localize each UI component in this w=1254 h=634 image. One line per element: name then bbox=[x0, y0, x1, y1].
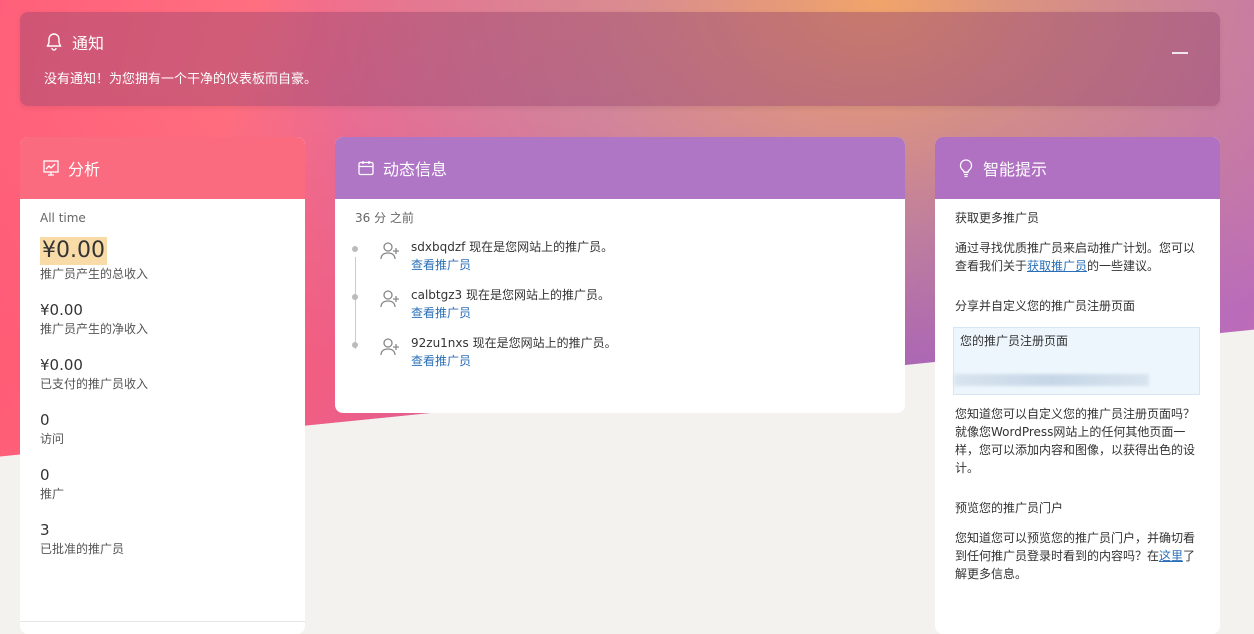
activity-item: 92zu1nxs 现在是您网站上的推广员。 查看推广员 bbox=[352, 334, 885, 382]
analytics-header: 分析 bbox=[20, 137, 305, 199]
stat-total-earnings: ¥0.00 推广员产生的总收入 bbox=[40, 237, 285, 283]
tips-card: 智能提示 获取更多推广员 通过寻找优质推广员来启动推广计划。您可以查看我们关于获… bbox=[935, 137, 1220, 634]
stat-label: 访问 bbox=[40, 432, 65, 446]
stat-referrals: 0 推广 bbox=[40, 465, 285, 503]
stat-label: 已支付的推广员收入 bbox=[40, 377, 149, 391]
stat-value: ¥0.00 bbox=[40, 237, 107, 265]
period-label: All time bbox=[40, 211, 86, 225]
stat-label: 推广 bbox=[40, 487, 65, 501]
tip-heading: 获取更多推广员 bbox=[955, 211, 1040, 225]
stat-label: 推广员产生的净收入 bbox=[40, 322, 149, 336]
activity-card: 动态信息 36 分 之前 sdxbqdzf 现在是您网站上的推广员。 查看推广员… bbox=[335, 137, 905, 413]
tip-text: 您知道您可以预览您的推广员门户，并确切看到任何推广员登录时看到的内容吗？在这里了… bbox=[955, 529, 1200, 583]
activity-item: calbtgz3 现在是您网站上的推广员。 查看推广员 bbox=[352, 286, 885, 334]
analytics-title: 分析 bbox=[68, 160, 101, 179]
stat-value: 3 bbox=[40, 521, 50, 539]
activity-desc: 现在是您网站上的推广员。 bbox=[468, 336, 617, 350]
registration-page-label: 您的推广员注册页面 bbox=[960, 334, 1069, 348]
tips-title: 智能提示 bbox=[983, 160, 1048, 179]
stat-value: ¥0.00 bbox=[40, 356, 83, 374]
tip-heading: 预览您的推广员门户 bbox=[955, 501, 1064, 515]
stat-value: 0 bbox=[40, 411, 50, 429]
notification-message: 没有通知！为您拥有一个干净的仪表板而自豪。 bbox=[44, 72, 318, 87]
activity-user: sdxbqdzf bbox=[411, 240, 466, 254]
card-divider bbox=[20, 621, 305, 622]
tips-header: 智能提示 bbox=[935, 137, 1220, 199]
tip-heading: 分享并自定义您的推广员注册页面 bbox=[955, 299, 1136, 313]
stat-approved-affiliates: 3 已批准的推广员 bbox=[40, 520, 285, 558]
activity-header: 动态信息 bbox=[335, 137, 905, 199]
stat-paid-earnings: ¥0.00 已支付的推广员收入 bbox=[40, 355, 285, 393]
activity-desc: 现在是您网站上的推广员。 bbox=[465, 240, 614, 254]
chart-icon bbox=[42, 159, 60, 177]
tip-text: 您知道您可以自定义您的推广员注册页面吗？就像您WordPress网站上的任何其他… bbox=[955, 407, 1196, 475]
notification-header: 通知 bbox=[44, 30, 104, 54]
activity-user: 92zu1nxs bbox=[411, 336, 469, 350]
activity-text: calbtgz3 现在是您网站上的推广员。 bbox=[411, 286, 610, 304]
tip-text: 通过寻找优质推广员来启动推广计划。您可以查看我们关于获取推广员的一些建议。 bbox=[955, 239, 1200, 275]
activity-user: calbtgz3 bbox=[411, 288, 463, 302]
view-affiliate-link[interactable]: 查看推广员 bbox=[411, 256, 613, 274]
activity-text: sdxbqdzf 现在是您网站上的推广员。 bbox=[411, 238, 613, 256]
lightbulb-icon bbox=[957, 158, 975, 178]
activity-title: 动态信息 bbox=[383, 160, 448, 179]
notification-title: 通知 bbox=[72, 34, 105, 53]
blurred-url bbox=[954, 374, 1149, 386]
add-user-icon bbox=[379, 240, 401, 262]
view-affiliate-link[interactable]: 查看推广员 bbox=[411, 352, 617, 370]
bell-icon bbox=[44, 32, 64, 52]
stat-value: 0 bbox=[40, 466, 50, 484]
registration-page-box[interactable]: 您的推广员注册页面 bbox=[953, 327, 1200, 395]
timeline-dot bbox=[352, 294, 358, 300]
activity-feed: 36 分 之前 sdxbqdzf 现在是您网站上的推广员。 查看推广员 calb… bbox=[335, 199, 905, 392]
activity-text: 92zu1nxs 现在是您网站上的推广员。 bbox=[411, 334, 617, 352]
here-link[interactable]: 这里 bbox=[1159, 549, 1183, 563]
tips-body: 获取更多推广员 通过寻找优质推广员来启动推广计划。您可以查看我们关于获取推广员的… bbox=[935, 199, 1220, 615]
timeline-dot bbox=[352, 246, 358, 252]
timeline-dot bbox=[352, 342, 358, 348]
activity-item: sdxbqdzf 现在是您网站上的推广员。 查看推广员 bbox=[352, 238, 885, 286]
stat-visits: 0 访问 bbox=[40, 410, 285, 448]
add-user-icon bbox=[379, 288, 401, 310]
stat-label: 已批准的推广员 bbox=[40, 542, 125, 556]
view-affiliate-link[interactable]: 查看推广员 bbox=[411, 304, 610, 322]
add-user-icon bbox=[379, 336, 401, 358]
stat-label: 推广员产生的总收入 bbox=[40, 267, 149, 281]
activity-time: 36 分 之前 bbox=[355, 211, 414, 225]
stat-value: ¥0.00 bbox=[40, 301, 83, 319]
get-affiliates-link[interactable]: 获取推广员 bbox=[1027, 259, 1087, 273]
calendar-icon bbox=[357, 159, 375, 177]
stat-net-earnings: ¥0.00 推广员产生的净收入 bbox=[40, 300, 285, 338]
notification-panel: 通知 没有通知！为您拥有一个干净的仪表板而自豪。 bbox=[20, 12, 1220, 106]
activity-desc: 现在是您网站上的推广员。 bbox=[462, 288, 610, 302]
analytics-card: 分析 All time ¥0.00 推广员产生的总收入 ¥0.00 推广员产生的… bbox=[20, 137, 305, 634]
collapse-button[interactable] bbox=[1172, 52, 1188, 54]
tip-text-post: 的一些建议。 bbox=[1087, 259, 1160, 273]
analytics-stats: All time ¥0.00 推广员产生的总收入 ¥0.00 推广员产生的净收入… bbox=[20, 199, 305, 558]
